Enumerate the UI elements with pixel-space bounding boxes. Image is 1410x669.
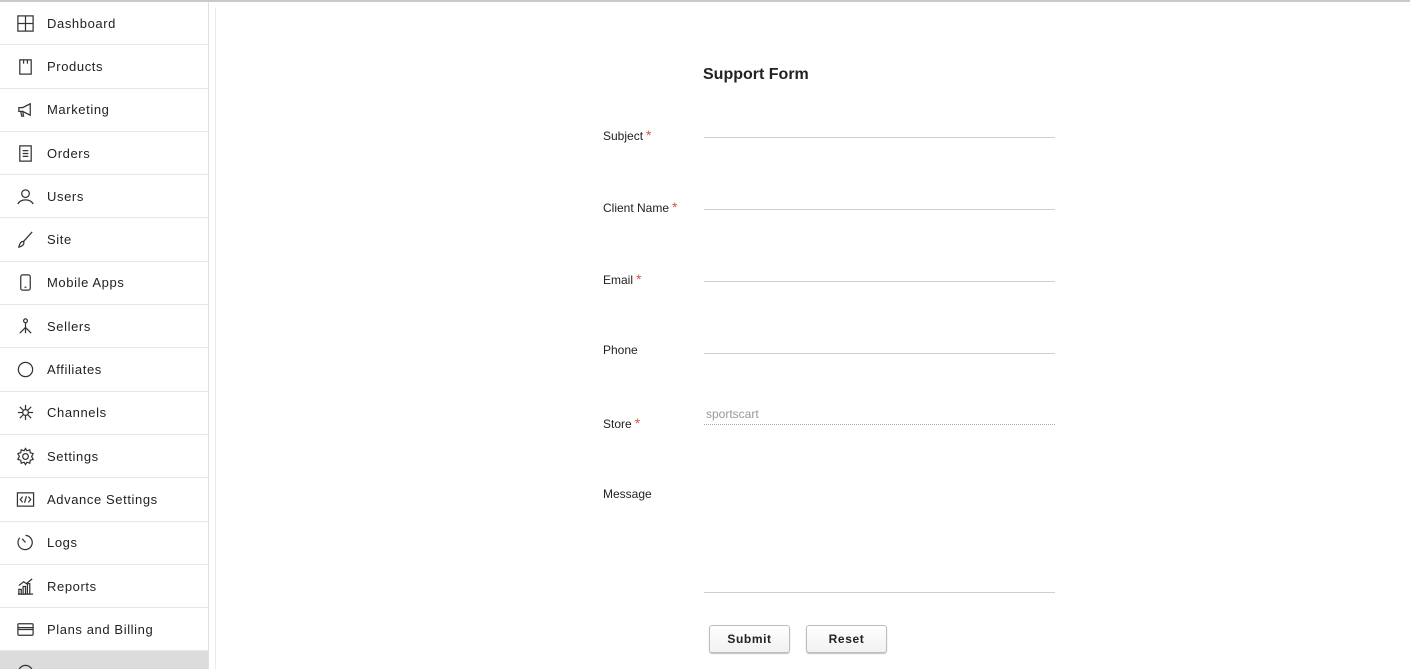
sidebar-item-label: Channels [47,405,107,421]
sidebar-item-orders[interactable]: Orders [0,132,208,176]
code-icon [0,490,47,509]
required-asterisk: * [646,127,652,143]
phone-input[interactable] [704,332,1055,354]
clock-icon [0,533,47,552]
user-icon [0,187,47,206]
phone-label-text: Phone [603,343,638,357]
content-divider [215,8,216,669]
product-box-icon [0,57,47,76]
store-input[interactable] [704,403,1055,425]
sidebar-item-marketing[interactable]: Marketing [0,89,208,132]
message-label-text: Message [603,487,652,501]
subject-label: Subject * [603,127,651,143]
credit-card-icon [0,620,47,639]
top-border [0,0,1410,2]
form-title: Support Form [703,66,809,83]
sidebar-item-mobile-apps[interactable]: Mobile Apps [0,262,208,306]
sidebar-item-channels[interactable]: Channels [0,392,208,435]
store-label-text: Store [603,417,632,431]
sidebar-item-logs[interactable]: Logs [0,522,208,565]
required-asterisk: * [636,271,642,287]
sidebar-item-dashboard[interactable]: Dashboard [0,2,208,46]
client-name-input[interactable] [704,188,1055,210]
sidebar-item-label: Orders [47,145,91,161]
sidebar-item-advance-settings[interactable]: Advance Settings [0,478,208,522]
sidebar-item-label: Plans and Billing [47,621,154,637]
sellers-network-icon [0,317,47,336]
message-label: Message [603,487,652,501]
sidebar-item-site[interactable]: Site [0,218,208,262]
sidebar-item-label: Mobile Apps [47,275,125,291]
sidebar-item-label: Dashboard [47,15,116,31]
sidebar-item-users[interactable]: Users [0,175,208,219]
client-name-label: Client Name * [603,199,677,215]
sidebar-item-affiliates[interactable]: Affiliates [0,348,208,392]
sidebar-item-support[interactable] [0,651,208,669]
sidebar-item-label: Logs [47,535,78,551]
circle-icon [0,360,47,379]
megaphone-icon [0,100,47,119]
subject-input[interactable] [704,116,1055,138]
sidebar-item-label: Sellers [47,318,91,334]
sidebar-item-label: Affiliates [47,362,102,378]
email-label-text: Email [603,273,634,287]
sidebar-item-label: Advance Settings [47,491,158,507]
mobile-phone-icon [0,273,47,292]
sidebar-item-sellers[interactable]: Sellers [0,305,208,349]
required-asterisk: * [634,415,641,431]
store-label: Store * [603,415,640,431]
brush-icon [0,230,47,249]
sidebar-item-label: Users [47,188,84,204]
email-label: Email * [603,271,641,287]
sidebar-item-label: Products [47,58,104,74]
sidebar-item-reports[interactable]: Reports [0,565,208,609]
client-name-label-text: Client Name [603,201,670,215]
message-textarea[interactable] [704,482,1055,593]
required-asterisk: * [672,199,678,215]
reset-button[interactable]: Reset [806,625,887,653]
gear-icon [0,446,47,466]
subject-label-text: Subject [603,129,644,143]
phone-label: Phone [603,343,638,357]
sidebar-item-plans-and-billing[interactable]: Plans and Billing [0,608,208,652]
dashboard-grid-icon [0,14,47,33]
sidebar: Dashboard Products Marketing Orders User… [0,2,209,669]
bar-chart-icon [0,577,47,596]
sidebar-item-label: Reports [47,578,97,594]
sidebar-item-label: Site [47,232,72,248]
submit-button[interactable]: Submit [709,625,790,653]
orders-list-icon [0,144,47,163]
channels-hub-icon [0,403,47,422]
sidebar-item-label: Settings [47,448,99,464]
sidebar-item-label: Marketing [47,102,110,118]
sidebar-item-settings[interactable]: Settings [0,435,208,479]
email-input[interactable] [704,260,1055,282]
support-icon [0,663,47,669]
sidebar-item-products[interactable]: Products [0,45,208,89]
